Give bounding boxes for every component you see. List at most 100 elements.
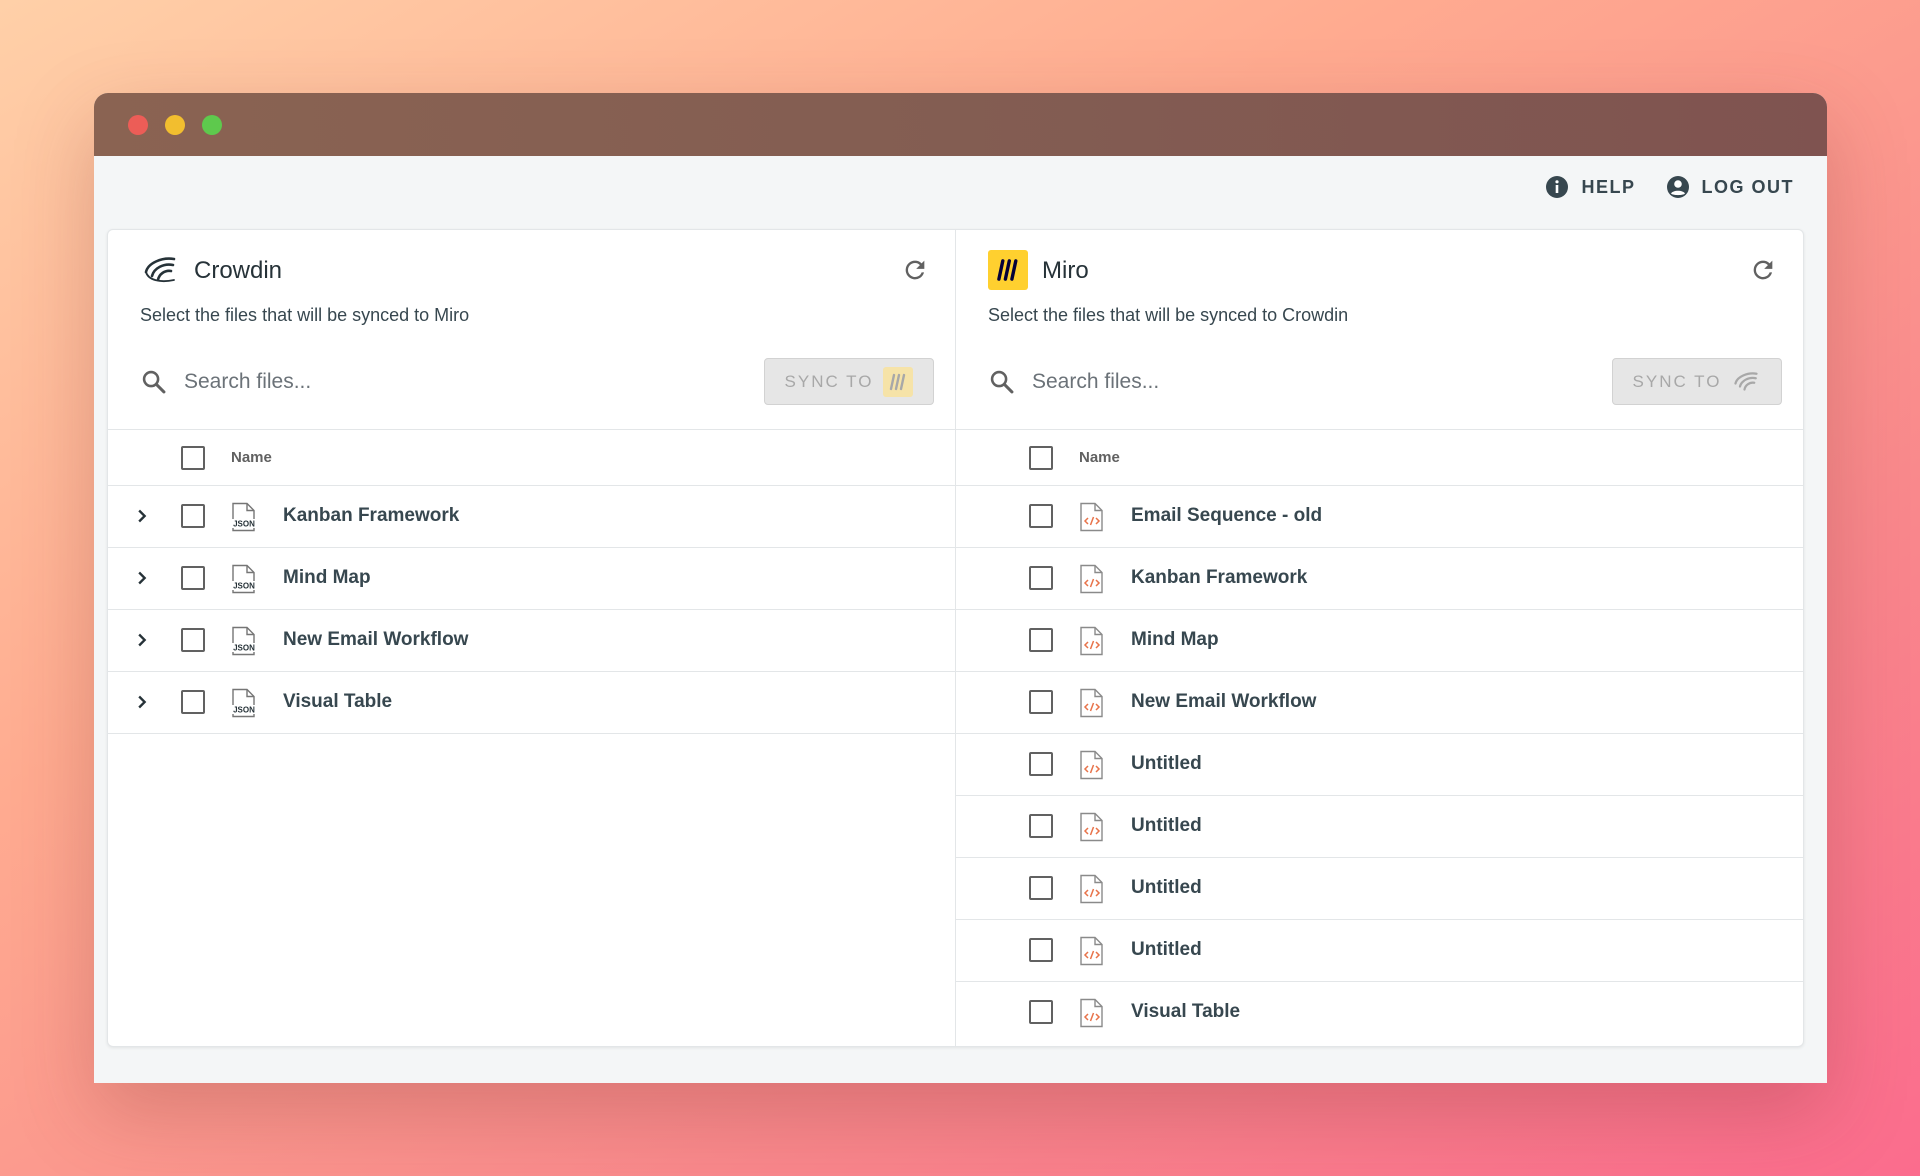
crowdin-refresh-icon[interactable] — [901, 256, 929, 284]
crowdin-toolbar: SYNC TO — [108, 356, 955, 408]
table-row[interactable]: Kanban Framework — [956, 548, 1803, 610]
crowdin-panel-header: Crowdin Select the files that will be sy… — [108, 230, 955, 325]
json-file-icon: JSON — [231, 688, 257, 718]
svg-text:JSON: JSON — [233, 644, 255, 653]
close-window-button[interactable] — [128, 115, 148, 135]
chevron-right-icon[interactable] — [132, 692, 152, 712]
code-file-icon — [1080, 936, 1103, 966]
file-name: Visual Table — [283, 691, 393, 712]
code-file-icon — [1080, 812, 1103, 842]
row-checkbox[interactable] — [1029, 938, 1053, 962]
table-row[interactable]: Untitled — [956, 920, 1803, 982]
miro-file-table: Name Email Sequence - old Kanban Framewo… — [956, 429, 1803, 1044]
maximize-window-button[interactable] — [202, 115, 222, 135]
json-file-icon: JSON — [231, 502, 257, 532]
crowdin-file-table: Name JSON Kanban Framework JSON Mind Map — [108, 429, 955, 734]
logout-button[interactable]: LOG OUT — [1666, 175, 1795, 199]
file-name: Kanban Framework — [283, 505, 460, 526]
code-file-icon — [1080, 750, 1103, 780]
row-checkbox[interactable] — [1029, 690, 1053, 714]
chevron-right-icon[interactable] — [132, 568, 152, 588]
file-name: Untitled — [1131, 877, 1202, 898]
miro-toolbar: SYNC TO — [956, 356, 1803, 408]
miro-search-input[interactable] — [1032, 362, 1532, 402]
miro-refresh-icon[interactable] — [1749, 256, 1777, 284]
svg-text:JSON: JSON — [233, 706, 255, 715]
svg-text:JSON: JSON — [233, 520, 255, 529]
top-nav: HELP LOG OUT — [1545, 175, 1794, 199]
json-file-icon: JSON — [231, 626, 257, 656]
row-checkbox[interactable] — [1029, 814, 1053, 838]
app-window: HELP LOG OUT Crowdin Select the files th… — [94, 93, 1827, 1083]
sync-panels: Crowdin Select the files that will be sy… — [107, 229, 1804, 1047]
file-name: New Email Workflow — [1131, 691, 1317, 712]
row-checkbox[interactable] — [181, 504, 205, 528]
table-row[interactable]: JSON Visual Table — [108, 672, 955, 734]
table-header: Name — [956, 429, 1803, 486]
miro-logo-icon — [988, 250, 1028, 290]
table-row[interactable]: New Email Workflow — [956, 672, 1803, 734]
miro-mini-icon — [883, 366, 914, 397]
code-file-icon — [1080, 502, 1103, 532]
table-row[interactable]: Untitled — [956, 858, 1803, 920]
sync-to-miro-button[interactable]: SYNC TO — [764, 358, 934, 405]
file-name: Untitled — [1131, 939, 1202, 960]
miro-subtitle: Select the files that will be synced to … — [988, 305, 1349, 325]
table-row[interactable]: JSON Mind Map — [108, 548, 955, 610]
select-all-checkbox[interactable] — [181, 446, 205, 470]
row-checkbox[interactable] — [181, 628, 205, 652]
file-name: Mind Map — [1131, 629, 1219, 650]
crowdin-panel: Crowdin Select the files that will be sy… — [108, 230, 955, 1046]
crowdin-mini-icon — [1731, 367, 1761, 397]
table-row[interactable]: Untitled — [956, 734, 1803, 796]
file-name: Kanban Framework — [1131, 567, 1308, 588]
code-file-icon — [1080, 998, 1103, 1028]
sync-to-crowdin-label: SYNC TO — [1632, 371, 1722, 391]
row-checkbox[interactable] — [1029, 628, 1053, 652]
crowdin-subtitle: Select the files that will be synced to … — [140, 305, 470, 325]
file-name: Visual Table — [1131, 1001, 1241, 1022]
select-all-checkbox[interactable] — [1029, 446, 1053, 470]
minimize-window-button[interactable] — [165, 115, 185, 135]
row-checkbox[interactable] — [181, 690, 205, 714]
row-checkbox[interactable] — [1029, 876, 1053, 900]
column-header-name: Name — [1079, 449, 1120, 466]
chevron-right-icon[interactable] — [132, 630, 152, 650]
table-header: Name — [108, 429, 955, 486]
crowdin-title: Crowdin — [194, 257, 283, 284]
search-icon — [142, 370, 166, 394]
code-file-icon — [1080, 626, 1103, 656]
miro-panel-header: Miro Select the files that will be synce… — [956, 230, 1803, 325]
file-name: Untitled — [1131, 753, 1202, 774]
table-row[interactable]: Mind Map — [956, 610, 1803, 672]
code-file-icon — [1080, 874, 1103, 904]
row-checkbox[interactable] — [181, 566, 205, 590]
file-name: Email Sequence - old — [1131, 505, 1323, 526]
table-row[interactable]: Untitled — [956, 796, 1803, 858]
file-name: New Email Workflow — [283, 629, 469, 650]
code-file-icon — [1080, 564, 1103, 594]
info-icon — [1546, 176, 1569, 198]
code-file-icon — [1080, 688, 1103, 718]
table-row[interactable]: Visual Table — [956, 982, 1803, 1044]
table-row[interactable]: Email Sequence - old — [956, 486, 1803, 548]
miro-panel: Miro Select the files that will be synce… — [955, 230, 1803, 1046]
json-file-icon: JSON — [231, 564, 257, 594]
miro-title: Miro — [1042, 257, 1089, 284]
help-button[interactable]: HELP — [1545, 175, 1635, 199]
sync-to-crowdin-button[interactable]: SYNC TO — [1612, 358, 1782, 405]
table-row[interactable]: JSON Kanban Framework — [108, 486, 955, 548]
file-name: Mind Map — [283, 567, 371, 588]
chevron-right-icon[interactable] — [132, 506, 152, 526]
table-row[interactable]: JSON New Email Workflow — [108, 610, 955, 672]
row-checkbox[interactable] — [1029, 752, 1053, 776]
account-circle-icon — [1666, 176, 1689, 198]
column-header-name: Name — [231, 449, 272, 466]
row-checkbox[interactable] — [1029, 566, 1053, 590]
logout-label: LOG OUT — [1701, 176, 1794, 197]
row-checkbox[interactable] — [1029, 504, 1053, 528]
file-name: Untitled — [1131, 815, 1202, 836]
row-checkbox[interactable] — [1029, 1000, 1053, 1024]
help-label: HELP — [1581, 176, 1636, 197]
crowdin-search-input[interactable] — [184, 362, 684, 402]
